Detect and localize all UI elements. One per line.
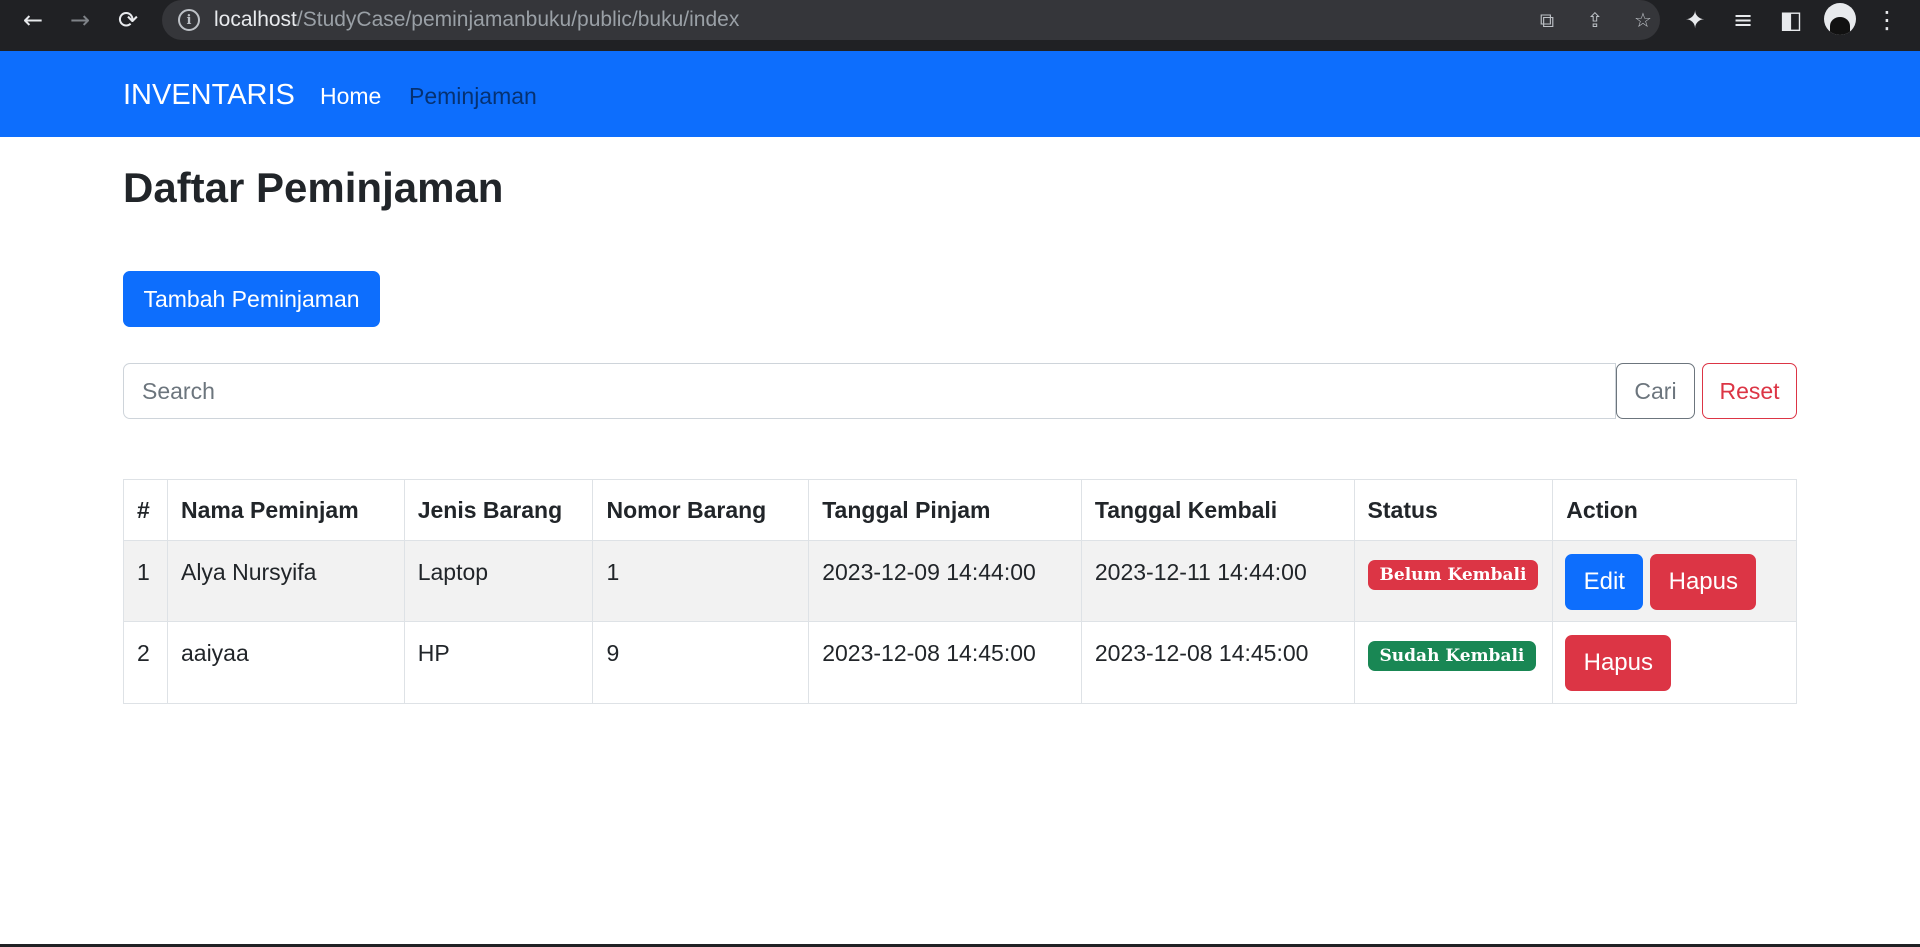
cell-status: Sudah Kembali	[1355, 622, 1554, 703]
cell-action: Hapus	[1553, 622, 1796, 703]
cell-nomor: 1	[593, 541, 810, 621]
cell-number: 1	[124, 541, 168, 621]
nav-link-peminjaman[interactable]: Peminjaman	[409, 83, 537, 110]
header-tanggal-pinjam: Tanggal Pinjam	[809, 480, 1082, 540]
menu-kebab-icon[interactable]: ⋮	[1867, 0, 1907, 40]
side-panel-icon[interactable]: ◧	[1771, 0, 1811, 40]
back-arrow-icon[interactable]: ←	[13, 0, 53, 40]
cell-action: Edit Hapus	[1553, 541, 1796, 621]
status-badge: Belum Kembali	[1367, 560, 1539, 590]
header-nama-peminjam: Nama Peminjam	[168, 480, 405, 540]
cell-status: Belum Kembali	[1355, 541, 1554, 621]
cell-number: 2	[124, 622, 168, 703]
header-status: Status	[1355, 480, 1554, 540]
reset-button[interactable]: Reset	[1702, 363, 1797, 419]
status-badge: Sudah Kembali	[1367, 641, 1537, 671]
search-button[interactable]: Cari	[1616, 363, 1695, 419]
navbar-brand[interactable]: INVENTARIS	[123, 79, 295, 112]
cell-nama: Alya Nursyifa	[168, 541, 405, 621]
search-input[interactable]: Search	[123, 363, 1616, 419]
address-bar[interactable]: i localhost/StudyCase/peminjamanbuku/pub…	[162, 0, 1660, 40]
cell-jenis: Laptop	[405, 541, 594, 621]
cell-tanggal-kembali: 2023-12-11 14:44:00	[1082, 541, 1355, 621]
loan-table: # Nama Peminjam Jenis Barang Nomor Baran…	[123, 479, 1797, 704]
url-text: localhost/StudyCase/peminjamanbuku/publi…	[214, 8, 740, 31]
page-title: Daftar Peminjaman	[123, 164, 504, 211]
cell-nama: aaiyaa	[168, 622, 405, 703]
share-icon[interactable]: ⇪	[1580, 5, 1610, 35]
cell-nomor: 9	[593, 622, 810, 703]
reload-icon[interactable]: ⟳	[108, 0, 148, 40]
edit-button[interactable]: Edit	[1565, 554, 1644, 610]
navbar: INVENTARIS Home Peminjaman	[0, 51, 1920, 137]
delete-button[interactable]: Hapus	[1650, 554, 1757, 610]
header-nomor-barang: Nomor Barang	[593, 480, 810, 540]
browser-toolbar: ← → ⟳ i localhost/StudyCase/peminjamanbu…	[0, 0, 1920, 51]
table-row: 2 aaiyaa HP 9 2023-12-08 14:45:00 2023-1…	[124, 622, 1796, 703]
profile-avatar[interactable]	[1824, 3, 1856, 35]
translate-icon[interactable]: ⧉	[1532, 5, 1562, 35]
header-number: #	[124, 480, 168, 540]
site-info-icon[interactable]: i	[178, 9, 200, 31]
header-tanggal-kembali: Tanggal Kembali	[1082, 480, 1355, 540]
cell-tanggal-pinjam: 2023-12-08 14:45:00	[809, 622, 1082, 703]
delete-button[interactable]: Hapus	[1565, 635, 1672, 691]
bookmark-star-icon[interactable]: ☆	[1628, 5, 1658, 35]
media-queue-icon[interactable]: ≡	[1723, 0, 1763, 40]
forward-arrow-icon[interactable]: →	[60, 0, 100, 40]
cell-jenis: HP	[405, 622, 594, 703]
nav-link-home[interactable]: Home	[320, 83, 381, 110]
table-row: 1 Alya Nursyifa Laptop 1 2023-12-09 14:4…	[124, 541, 1796, 622]
extensions-icon[interactable]: ✦	[1675, 0, 1715, 40]
cell-tanggal-kembali: 2023-12-08 14:45:00	[1082, 622, 1355, 703]
add-loan-button[interactable]: Tambah Peminjaman	[123, 271, 380, 327]
header-action: Action	[1566, 496, 1638, 523]
table-header-row: # Nama Peminjam Jenis Barang Nomor Baran…	[124, 480, 1796, 541]
cell-tanggal-pinjam: 2023-12-09 14:44:00	[809, 541, 1082, 621]
header-jenis-barang: Jenis Barang	[405, 480, 594, 540]
